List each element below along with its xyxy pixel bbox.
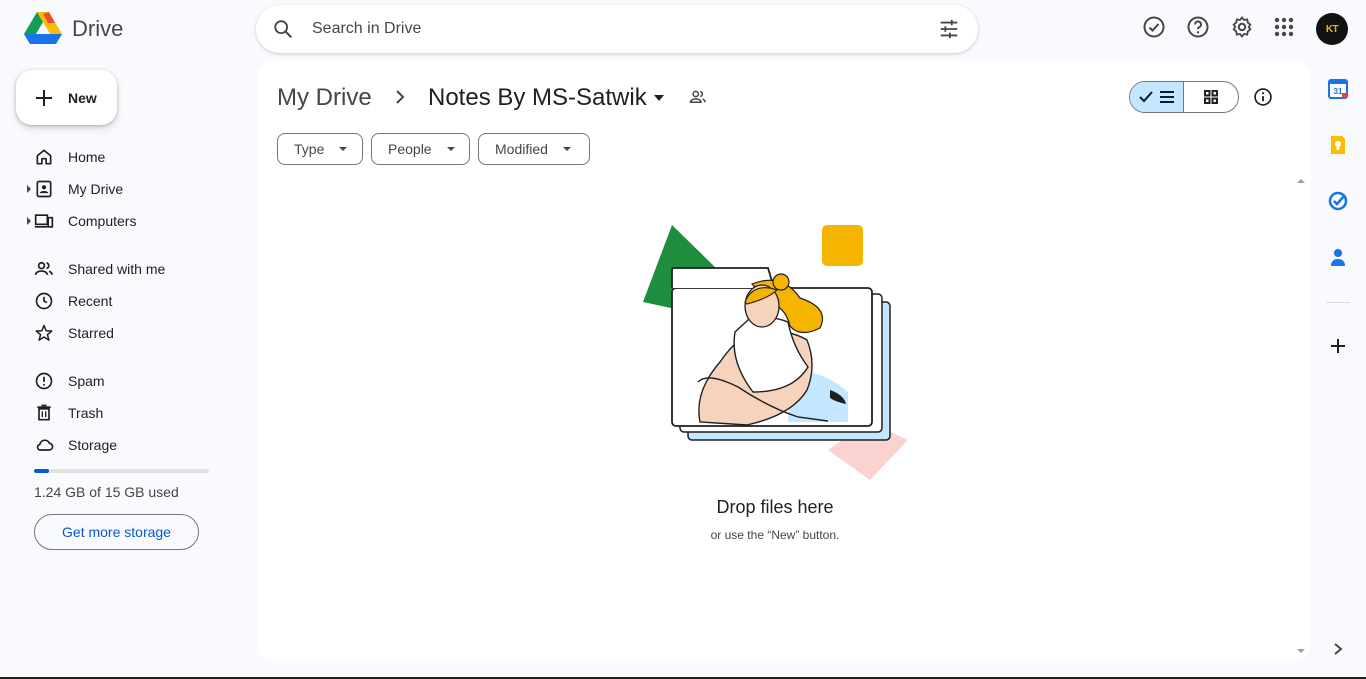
sidebar-item-label: My Drive bbox=[68, 181, 124, 197]
clock-icon bbox=[35, 292, 53, 310]
checkmark-icon bbox=[1138, 91, 1153, 103]
scroll-up-arrow-icon[interactable] bbox=[1296, 178, 1306, 184]
drive-logo-icon bbox=[24, 12, 62, 44]
sidebar-item-home[interactable]: Home bbox=[24, 141, 244, 173]
filter-type[interactable]: Type bbox=[277, 133, 363, 165]
scroll-down-arrow-icon[interactable] bbox=[1296, 648, 1306, 654]
info-icon[interactable] bbox=[1253, 87, 1273, 107]
filter-label: Type bbox=[294, 141, 325, 157]
search-input[interactable] bbox=[312, 20, 912, 38]
plus-icon bbox=[36, 89, 52, 106]
trash-icon bbox=[37, 404, 51, 421]
computers-icon bbox=[34, 214, 54, 228]
help-icon[interactable] bbox=[1186, 15, 1210, 39]
sidebar-item-label: Trash bbox=[68, 405, 104, 421]
sidebar-item-trash[interactable]: Trash bbox=[24, 397, 244, 429]
empty-state-title: Drop files here bbox=[716, 497, 834, 517]
new-button-label: New bbox=[68, 89, 97, 106]
filter-people[interactable]: People bbox=[371, 133, 470, 165]
svg-text:31: 31 bbox=[1334, 87, 1343, 96]
filter-label: Modified bbox=[495, 141, 548, 157]
grid-view-button[interactable] bbox=[1184, 82, 1238, 112]
keep-icon[interactable] bbox=[1328, 135, 1348, 155]
folder-title: Notes By MS-Satwik bbox=[428, 84, 647, 111]
add-addon-icon[interactable] bbox=[1328, 336, 1348, 356]
expand-side-panel-icon[interactable] bbox=[1332, 642, 1344, 656]
search-icon[interactable] bbox=[272, 18, 294, 40]
shared-icon bbox=[34, 261, 53, 275]
sidebar-item-label: Shared with me bbox=[68, 261, 166, 277]
sidebar-item-label: Home bbox=[68, 149, 106, 165]
star-icon bbox=[35, 324, 53, 341]
sidebar-item-recent[interactable]: Recent bbox=[24, 285, 244, 317]
tasks-icon[interactable] bbox=[1328, 191, 1348, 211]
dropdown-arrow-icon bbox=[562, 147, 571, 151]
sidebar-item-computers[interactable]: Computers bbox=[24, 205, 244, 237]
breadcrumb-my-drive[interactable]: My Drive bbox=[277, 84, 372, 112]
search-bar[interactable] bbox=[256, 5, 978, 53]
home-icon bbox=[36, 149, 52, 165]
sidebar-item-label: Spam bbox=[68, 373, 105, 389]
offline-ready-icon[interactable] bbox=[1142, 15, 1166, 39]
sidebar-item-label: Computers bbox=[68, 213, 137, 229]
filter-label: People bbox=[388, 141, 432, 157]
breadcrumb-current-folder[interactable]: Notes By MS-Satwik bbox=[428, 84, 665, 112]
storage-usage-bar bbox=[34, 469, 209, 473]
avatar-initials: KT bbox=[1325, 23, 1339, 35]
filter-modified[interactable]: Modified bbox=[478, 133, 590, 165]
rail-divider bbox=[1326, 302, 1350, 303]
shared-folder-icon[interactable] bbox=[689, 88, 707, 106]
empty-folder-illustration bbox=[643, 225, 908, 480]
sidebar-item-label: Starred bbox=[68, 325, 114, 341]
search-options-icon[interactable] bbox=[938, 18, 960, 40]
empty-state-subtitle: or use the “New” button. bbox=[710, 528, 840, 542]
list-view-icon bbox=[1159, 91, 1174, 103]
storage-usage-text: 1.24 GB of 15 GB used bbox=[34, 484, 179, 500]
sidebar-item-label: Recent bbox=[68, 293, 113, 309]
calendar-icon[interactable]: 31 bbox=[1328, 79, 1348, 99]
sidebar-item-shared[interactable]: Shared with me bbox=[24, 253, 244, 285]
list-view-button[interactable] bbox=[1130, 82, 1185, 112]
spam-icon bbox=[35, 372, 53, 390]
dropdown-arrow-icon bbox=[339, 147, 348, 151]
new-button[interactable]: New bbox=[16, 70, 117, 125]
expand-arrow-icon[interactable] bbox=[24, 205, 34, 237]
grid-view-icon bbox=[1204, 90, 1218, 104]
app-name: Drive bbox=[72, 16, 124, 41]
expand-arrow-icon[interactable] bbox=[24, 173, 34, 205]
get-more-storage-button[interactable]: Get more storage bbox=[34, 514, 199, 550]
account-avatar[interactable]: KT bbox=[1316, 13, 1348, 45]
dropdown-arrow-icon bbox=[653, 95, 664, 101]
chevron-right-icon bbox=[396, 90, 405, 104]
sidebar-item-storage[interactable]: Storage bbox=[24, 429, 244, 461]
settings-icon[interactable] bbox=[1230, 15, 1254, 39]
sidebar-item-label: Storage bbox=[68, 437, 118, 453]
sidebar-item-starred[interactable]: Starred bbox=[24, 317, 244, 349]
cloud-icon bbox=[36, 439, 54, 451]
view-toggle[interactable] bbox=[1129, 81, 1239, 113]
my-drive-icon bbox=[36, 180, 52, 198]
dropdown-arrow-icon bbox=[446, 147, 455, 151]
sidebar-item-my-drive[interactable]: My Drive bbox=[24, 173, 244, 205]
storage-usage-fill bbox=[34, 469, 49, 473]
sidebar-item-spam[interactable]: Spam bbox=[24, 365, 244, 397]
apps-grid-icon[interactable] bbox=[1272, 15, 1296, 39]
drive-logo[interactable]: Drive bbox=[24, 12, 123, 46]
contacts-icon[interactable] bbox=[1328, 247, 1348, 267]
